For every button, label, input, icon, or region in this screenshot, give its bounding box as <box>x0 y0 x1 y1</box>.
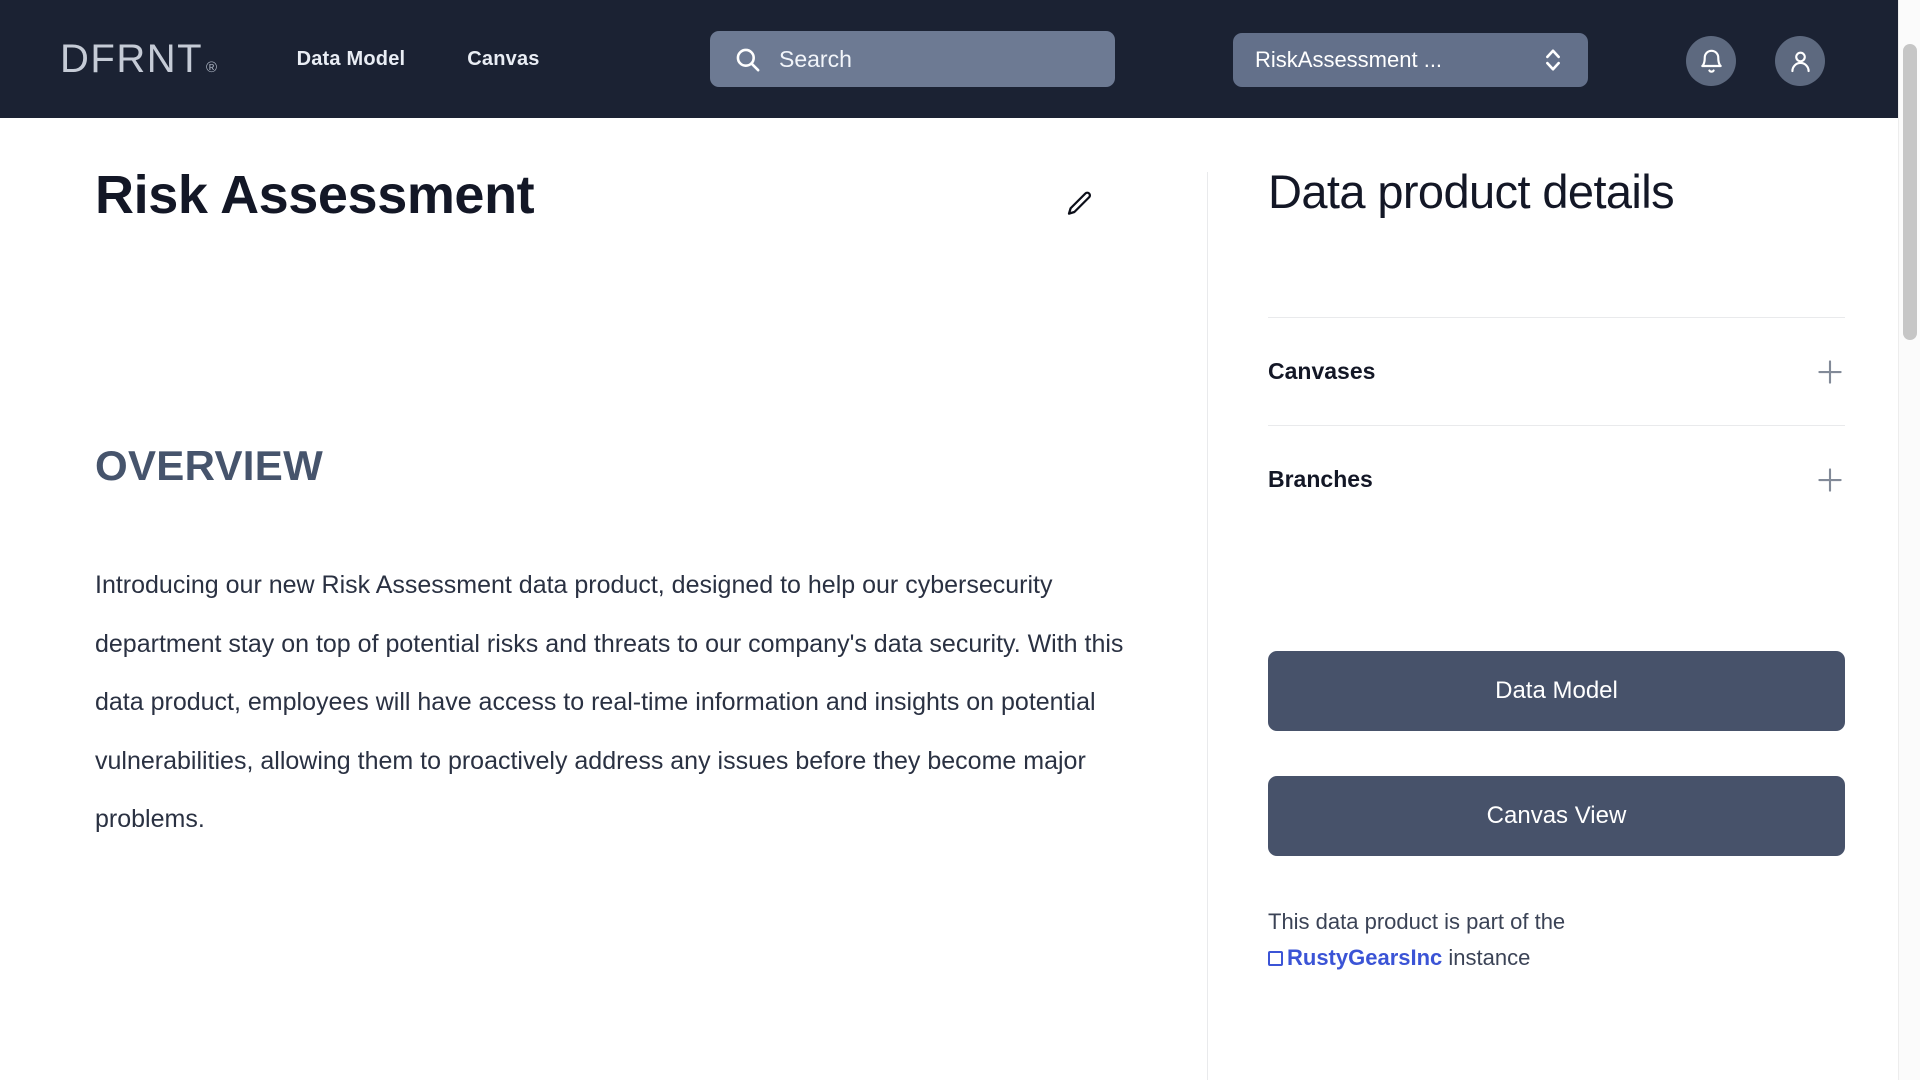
workspace-selector[interactable]: RiskAssessment ... <box>1233 33 1588 87</box>
page-title: Risk Assessment <box>95 165 535 225</box>
pencil-icon <box>1067 191 1092 215</box>
instance-footnote-prefix: This data product is part of the <box>1268 909 1566 934</box>
plus-icon[interactable] <box>1815 357 1845 387</box>
nav-item-data-model[interactable]: Data Model <box>297 48 406 71</box>
search-icon <box>736 48 760 71</box>
chevron-up-down-icon <box>1546 49 1560 71</box>
nav-item-canvas[interactable]: Canvas <box>467 48 539 71</box>
instance-footnote: This data product is part of the RustyGe… <box>1268 904 1845 976</box>
instance-footnote-suffix: instance <box>1448 945 1531 970</box>
app-logo-text: DFRNT <box>60 36 204 81</box>
search-input[interactable]: Search <box>710 31 1115 87</box>
account-button[interactable] <box>1775 36 1825 86</box>
edit-title-button[interactable] <box>1061 186 1097 222</box>
sidebar-row-branches-label: Branches <box>1268 466 1373 492</box>
details-sidebar: Data product details Canvases Branches D… <box>1208 118 1898 1080</box>
main-content-column: Risk Assessment OVERVIEW Introducing our… <box>0 118 1207 1080</box>
page-scrollbar-track[interactable] <box>1898 0 1920 1080</box>
registered-trademark-icon: ® <box>206 58 219 76</box>
user-avatar-icon <box>1790 51 1810 72</box>
overview-heading: OVERVIEW <box>95 442 324 490</box>
instance-link[interactable]: RustyGearsInc <box>1287 945 1442 970</box>
bell-icon <box>1700 49 1722 73</box>
instance-square-icon <box>1268 951 1283 966</box>
sidebar-row-canvases[interactable]: Canvases <box>1268 318 1845 425</box>
app-logo[interactable]: DFRNT ® <box>60 37 219 82</box>
sidebar-title: Data product details <box>1268 165 1675 218</box>
sidebar-row-canvases-label: Canvases <box>1268 358 1376 384</box>
page-title-row: Risk Assessment <box>95 165 1207 225</box>
workspace-selector-value: RiskAssessment ... <box>1255 47 1443 72</box>
sidebar-row-branches[interactable]: Branches <box>1268 426 1845 533</box>
page-body: Risk Assessment OVERVIEW Introducing our… <box>0 118 1898 1080</box>
page-scrollbar-thumb[interactable] <box>1903 44 1917 340</box>
plus-icon[interactable] <box>1815 465 1845 495</box>
notifications-button[interactable] <box>1686 36 1736 86</box>
data-model-button[interactable]: Data Model <box>1268 651 1845 731</box>
search-placeholder: Search <box>779 45 852 72</box>
canvas-view-button[interactable]: Canvas View <box>1268 776 1845 856</box>
top-navigation-bar: DFRNT ® Data Model Canvas Search RiskAss… <box>0 0 1898 118</box>
overview-body-text: Introducing our new Risk Assessment data… <box>95 571 1124 834</box>
primary-nav: Data Model Canvas <box>297 48 540 71</box>
